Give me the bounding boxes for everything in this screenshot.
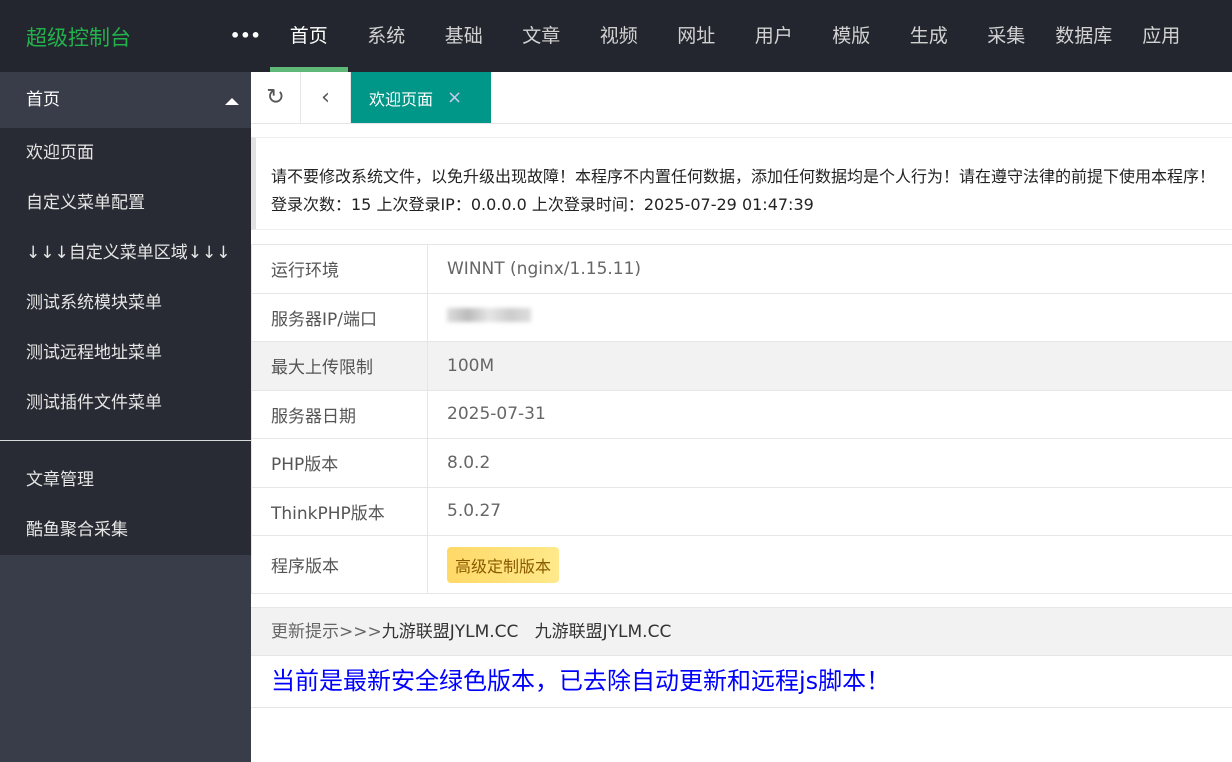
row-value: 高级定制版本: [427, 535, 1232, 594]
row-label: ThinkPHP版本: [251, 486, 428, 536]
nav-database[interactable]: 数据库: [1045, 0, 1123, 72]
nav-article[interactable]: 文章: [503, 0, 581, 72]
back-icon[interactable]: ‹: [301, 72, 351, 123]
row-value: 8.0.2: [427, 438, 1232, 488]
nav-app[interactable]: 应用: [1123, 0, 1201, 72]
row-value: WINNT (nginx/1.15.11): [427, 244, 1232, 294]
sidebar-divider: [0, 440, 251, 441]
nav-home[interactable]: 首页: [270, 0, 348, 72]
update-link[interactable]: 九游联盟JYLM.CC: [535, 622, 672, 642]
sidebar-item-kuyu-collect[interactable]: 酷鱼聚合采集: [0, 505, 251, 555]
row-label: 最大上传限制: [251, 341, 428, 391]
row-label: 程序版本: [251, 535, 428, 594]
update-tip: 更新提示>>>九游联盟JYLM.CC 九游联盟JYLM.CC: [251, 607, 1232, 656]
sidebar-item-custom-menu[interactable]: 自定义菜单配置: [0, 178, 251, 228]
notice-box: 请不要修改系统文件，以免升级出现故障！本程序不内置任何数据，添加任何数据均是个人…: [251, 137, 1232, 230]
sidebar-item-test-plugin[interactable]: 测试插件文件菜单: [0, 378, 251, 428]
nav-url[interactable]: 网址: [658, 0, 736, 72]
close-icon[interactable]: ×: [447, 87, 462, 108]
sidebar-item-welcome[interactable]: 欢迎页面: [0, 128, 251, 178]
nav-collect[interactable]: 采集: [968, 0, 1046, 72]
nav-system[interactable]: 系统: [348, 0, 426, 72]
row-value: 2025-07-31: [427, 389, 1232, 439]
table-row: 最大上传限制 100M: [251, 341, 1232, 391]
nav-template[interactable]: 模版: [813, 0, 891, 72]
notice-text: 请不要修改系统文件，以免升级出现故障！本程序不内置任何数据，添加任何数据均是个人…: [271, 167, 1216, 186]
caret-up-icon: [225, 98, 239, 105]
sidebar: 首页 欢迎页面 自定义菜单配置 ↓↓↓自定义菜单区域↓↓↓ 测试系统模块菜单 测…: [0, 72, 251, 762]
sidebar-item-test-remote[interactable]: 测试远程地址菜单: [0, 328, 251, 378]
nav-video[interactable]: 视频: [580, 0, 658, 72]
top-nav: 首页 系统 基础 文章 视频 网址 用户 模版 生成 采集 数据库 应用: [270, 0, 1200, 72]
row-label: 服务器IP/端口: [251, 292, 428, 342]
sidebar-item-custom-area[interactable]: ↓↓↓自定义菜单区域↓↓↓: [0, 228, 251, 278]
more-menu-button[interactable]: •••: [230, 26, 261, 45]
login-info: 登录次数：15 上次登录IP：0.0.0.0 上次登录时间：2025-07-29…: [271, 195, 814, 214]
table-row: 运行环境 WINNT (nginx/1.15.11): [251, 244, 1232, 294]
row-label: PHP版本: [251, 438, 428, 488]
tab-welcome[interactable]: 欢迎页面 ×: [351, 72, 491, 123]
row-value: 5.0.27: [427, 486, 1232, 536]
update-prefix: 更新提示>>>: [271, 622, 382, 642]
update-link[interactable]: 九游联盟JYLM.CC: [382, 622, 519, 642]
sidebar-list: 欢迎页面 自定义菜单配置 ↓↓↓自定义菜单区域↓↓↓ 测试系统模块菜单 测试远程…: [0, 128, 251, 555]
row-label: 服务器日期: [251, 389, 428, 439]
top-header: 超级控制台 ••• 首页 系统 基础 文章 视频 网址 用户 模版 生成 采集 …: [0, 0, 1232, 72]
nav-user[interactable]: 用户: [735, 0, 813, 72]
tab-bar: ↻ ‹ 欢迎页面 ×: [251, 72, 1232, 124]
blurred-ip: [447, 308, 531, 323]
nav-basic[interactable]: 基础: [425, 0, 503, 72]
version-badge: 高级定制版本: [447, 546, 560, 583]
row-value: [427, 292, 1232, 342]
table-row: 服务器IP/端口: [251, 292, 1232, 342]
table-row: ThinkPHP版本 5.0.27: [251, 486, 1232, 536]
sidebar-item-articles[interactable]: 文章管理: [0, 455, 251, 505]
row-label: 运行环境: [251, 244, 428, 294]
server-info-table: 运行环境 WINNT (nginx/1.15.11) 服务器IP/端口 最大上传限…: [251, 244, 1232, 594]
nav-generate[interactable]: 生成: [890, 0, 968, 72]
version-message: 当前是最新安全绿色版本，已去除自动更新和远程js脚本！: [251, 656, 1232, 708]
logo[interactable]: 超级控制台: [26, 22, 131, 52]
tab-label: 欢迎页面: [369, 89, 434, 109]
table-row: 服务器日期 2025-07-31: [251, 389, 1232, 439]
sidebar-section-label: 首页: [26, 90, 60, 110]
row-value: 100M: [427, 341, 1232, 391]
table-row: 程序版本 高级定制版本: [251, 535, 1232, 594]
sidebar-section-home[interactable]: 首页: [0, 72, 251, 128]
sidebar-item-test-module[interactable]: 测试系统模块菜单: [0, 278, 251, 328]
refresh-icon[interactable]: ↻: [251, 72, 301, 123]
table-row: PHP版本 8.0.2: [251, 438, 1232, 488]
